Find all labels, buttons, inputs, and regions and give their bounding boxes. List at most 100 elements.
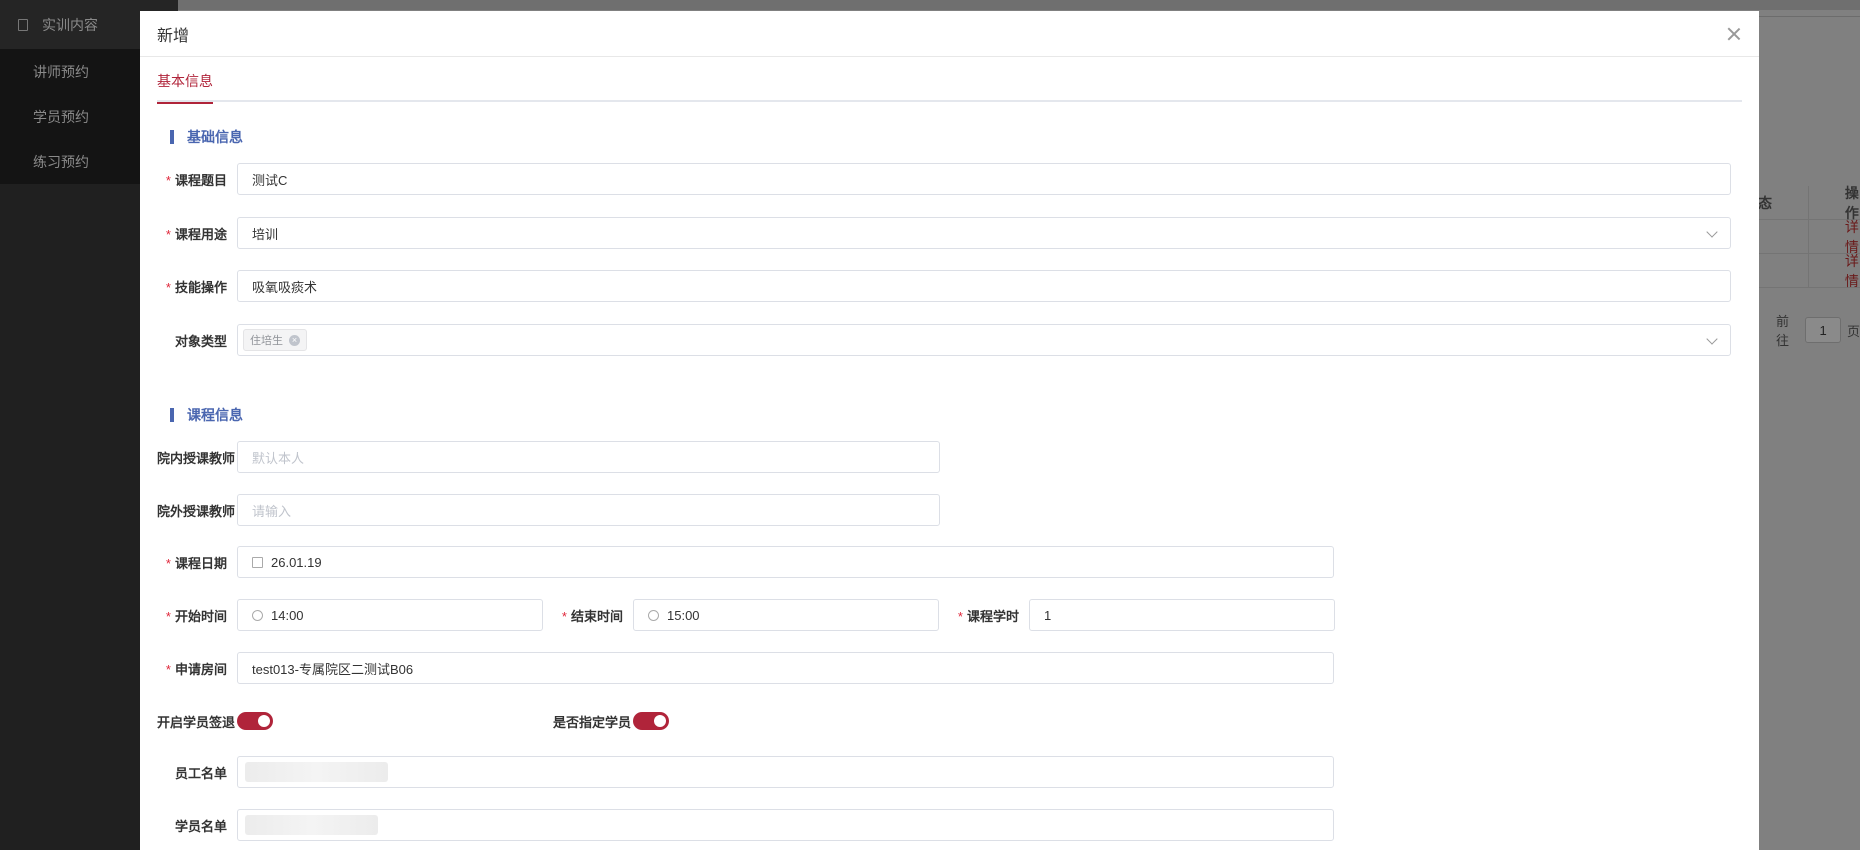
field-label: * 课程用途: [157, 224, 237, 243]
tab-bar: 基本信息: [157, 57, 1742, 104]
form-row-date: * 课程日期 26.01.19: [157, 546, 1334, 578]
start-time-picker[interactable]: 14:00: [237, 599, 543, 631]
section-basic-info: 基础信息: [170, 127, 243, 147]
assign-student-toggle[interactable]: [633, 712, 669, 730]
field-label: 对象类型: [157, 331, 237, 350]
close-icon[interactable]: [1727, 27, 1741, 41]
required-mark: *: [165, 172, 171, 188]
input-value: 1: [1044, 607, 1052, 623]
field-label-text: 院内授课教师: [157, 450, 236, 466]
table-header-row: 态 操作: [1758, 185, 1860, 221]
outer-teacher-input[interactable]: 请输入: [237, 494, 940, 526]
sidebar-item-label: 学员预约: [33, 108, 89, 125]
input-value: 14:00: [271, 607, 304, 623]
clock-icon: [648, 609, 659, 621]
room-select[interactable]: test013-专属院区二测试B06: [237, 652, 1334, 684]
table-row: 详情: [1758, 251, 1860, 291]
required-mark: *: [561, 608, 567, 624]
section-marker: [170, 130, 174, 144]
menu-icon: [18, 18, 28, 31]
redacted-content: [245, 815, 378, 835]
tag-close-icon[interactable]: ×: [289, 334, 300, 346]
field-label: * 课程题目: [157, 170, 237, 189]
course-purpose-select[interactable]: 培训: [237, 217, 1731, 249]
field-label: * 技能操作: [157, 277, 237, 296]
required-mark: *: [165, 555, 171, 571]
form-row-assign-student: 是否指定学员: [553, 705, 669, 737]
field-label-text: 学员名单: [174, 818, 227, 834]
field-label-text: 院外授课教师: [157, 503, 236, 519]
column-divider: [1808, 220, 1809, 253]
form-row-outer-teacher: 院外授课教师 请输入: [157, 494, 940, 526]
field-label: 学员名单: [157, 816, 237, 835]
student-list-field[interactable]: [237, 809, 1334, 841]
end-time-picker[interactable]: 15:00: [633, 599, 939, 631]
input-value: 15:00: [667, 607, 700, 623]
page-suffix: 页: [1846, 323, 1860, 339]
signout-toggle[interactable]: [237, 712, 273, 730]
select-value: 培训: [252, 226, 279, 242]
field-label-text: 开始时间: [174, 608, 227, 624]
form-row-purpose: * 课程用途 培训: [157, 217, 1731, 249]
inner-teacher-input[interactable]: 默认本人: [237, 441, 940, 473]
course-topic-input[interactable]: 测试C: [237, 163, 1731, 195]
field-label-text: 结束时间: [570, 608, 623, 624]
input-value: 26.01.19: [271, 554, 322, 570]
input-placeholder: 请输入: [252, 503, 292, 519]
clock-icon: [252, 609, 263, 621]
column-divider: [1808, 254, 1809, 287]
skill-operation-input[interactable]: 吸氧吸痰术: [237, 270, 1731, 302]
field-label: 院内授课教师: [157, 448, 237, 467]
redacted-content: [245, 762, 388, 782]
required-mark: *: [165, 608, 171, 624]
calendar-icon: [252, 556, 263, 568]
chevron-down-icon: [1706, 226, 1718, 238]
section-title-text: 基础信息: [187, 129, 243, 145]
input-value: 测试C: [252, 172, 288, 188]
selected-tag: 住培生 ×: [243, 329, 307, 351]
section-marker: [170, 408, 174, 422]
tag-label: 住培生: [250, 335, 283, 347]
add-dialog: 新增 基本信息 基础信息 * 课程题目 测试C * 课程用途 培训 * 技能操作 吸氧…: [140, 11, 1759, 850]
field-label-text: 是否指定学员: [553, 714, 632, 730]
form-row-start-time: * 开始时间 14:00: [157, 599, 543, 631]
section-title-text: 课程信息: [187, 407, 243, 423]
target-type-select[interactable]: 住培生 ×: [237, 324, 1731, 356]
staff-list-field[interactable]: [237, 756, 1334, 788]
sidebar-group-label: 实训内容: [42, 16, 98, 33]
field-label-text: 课程学时: [966, 608, 1019, 624]
goto-label: 前往: [1776, 314, 1790, 348]
top-bar: [178, 0, 1860, 10]
field-label: * 结束时间: [553, 606, 633, 625]
page-input[interactable]: 1: [1805, 317, 1841, 343]
course-date-picker[interactable]: 26.01.19: [237, 546, 1334, 578]
input-value: 吸氧吸痰术: [252, 279, 318, 295]
tab-basic-info[interactable]: 基本信息: [157, 71, 213, 104]
field-label-text: 申请房间: [174, 661, 227, 677]
course-hours-input[interactable]: 1: [1029, 599, 1335, 631]
dialog-title: 新增: [157, 27, 190, 45]
field-label-text: 课程题目: [174, 172, 227, 188]
form-row-skill: * 技能操作 吸氧吸痰术: [157, 270, 1731, 302]
required-mark: *: [165, 226, 171, 242]
required-mark: *: [165, 279, 171, 295]
column-divider: [1808, 186, 1809, 219]
field-label: * 课程学时: [949, 606, 1029, 625]
detail-link[interactable]: 详情: [1785, 251, 1860, 291]
form-row-student-list: 学员名单: [157, 809, 1334, 841]
field-label: 开启学员签退: [157, 712, 237, 731]
sidebar-item-label: 讲师预约: [33, 63, 89, 80]
chevron-down-icon: [1706, 333, 1718, 345]
form-row-signout: 开启学员签退: [157, 705, 273, 737]
form-row-staff-list: 员工名单: [157, 756, 1334, 788]
form-row-room: * 申请房间 test013-专属院区二测试B06: [157, 652, 1334, 684]
sidebar-item-label: 练习预约: [33, 153, 89, 170]
field-label-text: 对象类型: [174, 333, 227, 349]
field-label-text: 技能操作: [174, 279, 227, 295]
field-label-text: 开启学员签退: [157, 714, 236, 730]
required-mark: *: [165, 661, 171, 677]
field-label: * 课程日期: [157, 553, 237, 572]
required-mark: *: [957, 608, 963, 624]
form-row-end-time: * 结束时间 15:00: [553, 599, 939, 631]
field-label: * 申请房间: [157, 659, 237, 678]
